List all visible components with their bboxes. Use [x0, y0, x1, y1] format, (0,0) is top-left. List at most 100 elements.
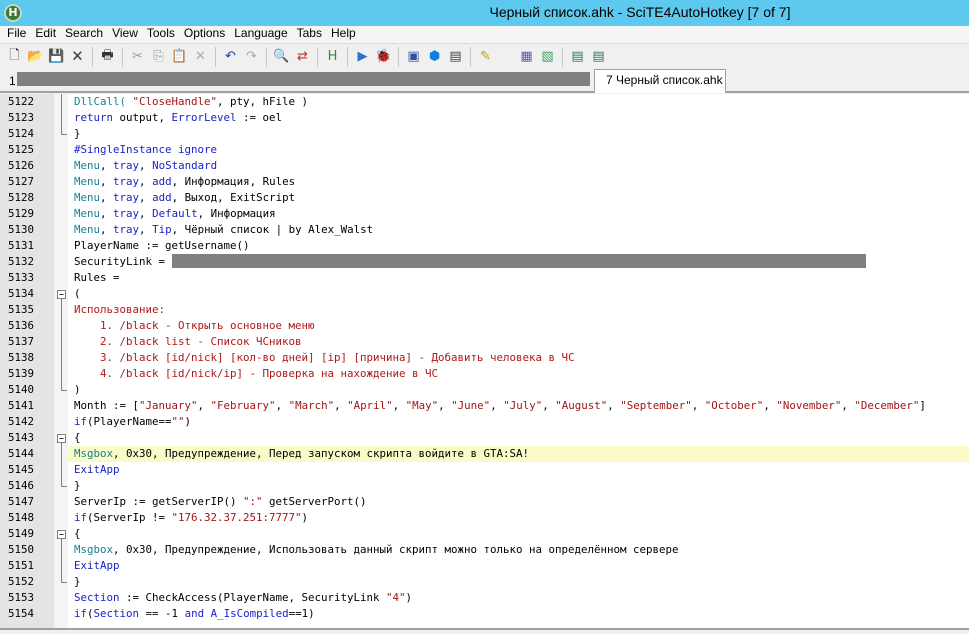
- save-icon[interactable]: 💾: [48, 48, 65, 65]
- code-token: "May": [405, 399, 439, 412]
- delete-icon[interactable]: ✕: [192, 48, 209, 65]
- code-text: 4. /black [id/nick/ip] - Проверка на нах…: [74, 366, 438, 382]
- status-border: [0, 628, 969, 634]
- line-number: 5133: [8, 271, 35, 284]
- code-token: ,: [100, 191, 114, 204]
- code-text: (: [74, 286, 81, 302]
- line-number: 5122: [8, 95, 35, 108]
- fold-toggle-icon[interactable]: [55, 286, 68, 302]
- line-number: 5143: [8, 431, 35, 444]
- toolbar-separator: [317, 46, 318, 67]
- code-token: , Информация: [197, 207, 276, 220]
- code-token: ]: [919, 399, 926, 412]
- code-token: }: [74, 575, 81, 588]
- code-text: if(ServerIp != "176.32.37.251:7777"): [74, 510, 308, 526]
- code-text: Menu, tray, add, Выход, ExitScript: [74, 190, 295, 206]
- code-editor[interactable]: 5122 DllCall( "CloseHandle", pty, hFile )…: [0, 94, 969, 628]
- line-number: 5125: [8, 143, 35, 156]
- code-token: ,: [139, 159, 153, 172]
- line-number: 5152: [8, 575, 35, 588]
- code-text: Menu, tray, NoStandard: [74, 158, 217, 174]
- menu-view[interactable]: View: [105, 26, 138, 43]
- code-line: 5147 ServerIp := getServerIP() ":" getSer…: [0, 494, 969, 510]
- tools-icon-a[interactable]: ▤: [569, 48, 586, 65]
- redo-icon[interactable]: ↷: [243, 48, 260, 65]
- code-token: ): [405, 591, 413, 604]
- toolbar-separator: [215, 46, 216, 67]
- code-token: := oel: [236, 111, 283, 124]
- print-icon[interactable]: 🖶: [99, 48, 116, 65]
- code-token: ,: [197, 399, 211, 412]
- menu-file[interactable]: File: [0, 26, 26, 43]
- code-token: ErrorLevel: [171, 111, 237, 124]
- copy-icon[interactable]: ⎘: [150, 48, 167, 65]
- menu-tabs[interactable]: Tabs: [290, 26, 322, 43]
- code-token: == -1: [139, 607, 185, 620]
- tools-icon-b[interactable]: ▤: [590, 48, 607, 65]
- properties-icon[interactable]: ▦: [518, 48, 535, 65]
- settings-icon[interactable]: ▧: [539, 48, 556, 65]
- code-token: ): [184, 415, 192, 428]
- menu-language[interactable]: Language: [227, 26, 287, 43]
- run-icon[interactable]: ▶: [354, 48, 371, 65]
- menu-edit[interactable]: Edit: [28, 26, 56, 43]
- ahk-help-icon[interactable]: H: [324, 48, 341, 65]
- line-number: 5136: [8, 319, 35, 332]
- code-token: , 0x30, Предупреждение, Использовать дан…: [113, 543, 679, 556]
- code-token: ,: [139, 191, 153, 204]
- code-text: {: [74, 430, 81, 446]
- code-text: 1. /black - Открыть основное меню: [74, 318, 315, 334]
- paste-icon[interactable]: 📋: [171, 48, 188, 65]
- code-token: tray: [113, 159, 140, 172]
- code-line: 5129 Menu, tray, Default, Информация: [0, 206, 969, 222]
- code-text: }: [74, 574, 81, 590]
- code-text: Section := CheckAccess(PlayerName, Secur…: [74, 590, 412, 606]
- fold-toggle-icon[interactable]: [55, 430, 68, 446]
- code-token: ,: [139, 223, 153, 236]
- menu-tools[interactable]: Tools: [140, 26, 175, 43]
- code-text: }: [74, 478, 81, 494]
- code-token: "December": [854, 399, 920, 412]
- code-token: "CloseHandle": [132, 95, 218, 108]
- compile-icon[interactable]: ⬢: [426, 48, 443, 65]
- code-token: Section: [74, 591, 120, 604]
- fold-toggle-icon[interactable]: [55, 526, 68, 542]
- line-number: 5126: [8, 159, 35, 172]
- code-token: }: [74, 127, 81, 140]
- toolbox-icon[interactable]: ▤: [447, 48, 464, 65]
- close-file-icon[interactable]: 🗙: [69, 48, 86, 65]
- line-number: 5124: [8, 127, 35, 140]
- menu-search[interactable]: Search: [58, 26, 103, 43]
- new-file-icon[interactable]: 🗋: [6, 48, 23, 65]
- code-line: 5153 Section := CheckAccess(PlayerName, S…: [0, 590, 969, 606]
- edit-icon[interactable]: ✎: [477, 48, 494, 65]
- code-token: ,: [392, 399, 406, 412]
- undo-icon[interactable]: ↶: [222, 48, 239, 65]
- code-line: 5152}: [0, 574, 969, 590]
- code-token: "April": [347, 399, 393, 412]
- code-token: "": [171, 415, 185, 428]
- menu-options[interactable]: Options: [177, 26, 225, 43]
- code-text: DllCall( "CloseHandle", pty, hFile ): [74, 94, 308, 110]
- code-token: Использование:: [74, 303, 166, 316]
- code-token: output,: [113, 111, 172, 124]
- toolbar-separator: [347, 46, 348, 67]
- tab-active-file[interactable]: 7 Черный список.ahk: [594, 69, 726, 93]
- code-token: "March": [288, 399, 335, 412]
- code-line: 5125 #SingleInstance ignore: [0, 142, 969, 158]
- code-line: 5151 ExitApp: [0, 558, 969, 574]
- code-token: ,: [334, 399, 348, 412]
- line-number: 5140: [8, 383, 35, 396]
- cut-icon[interactable]: ✂: [129, 48, 146, 65]
- replace-icon[interactable]: ⇄: [294, 48, 311, 65]
- find-icon[interactable]: 🔍: [273, 48, 290, 65]
- code-token: and: [184, 607, 205, 620]
- debug-icon[interactable]: 🐞: [375, 48, 392, 65]
- open-folder-icon[interactable]: 📂: [27, 48, 44, 65]
- window-spy-icon[interactable]: ▣: [405, 48, 422, 65]
- menu-help[interactable]: Help: [324, 26, 356, 43]
- code-token: ExitApp: [74, 463, 120, 476]
- code-token: getServerPort(): [262, 495, 367, 508]
- code-token: if: [74, 415, 88, 428]
- code-token: "January": [139, 399, 198, 412]
